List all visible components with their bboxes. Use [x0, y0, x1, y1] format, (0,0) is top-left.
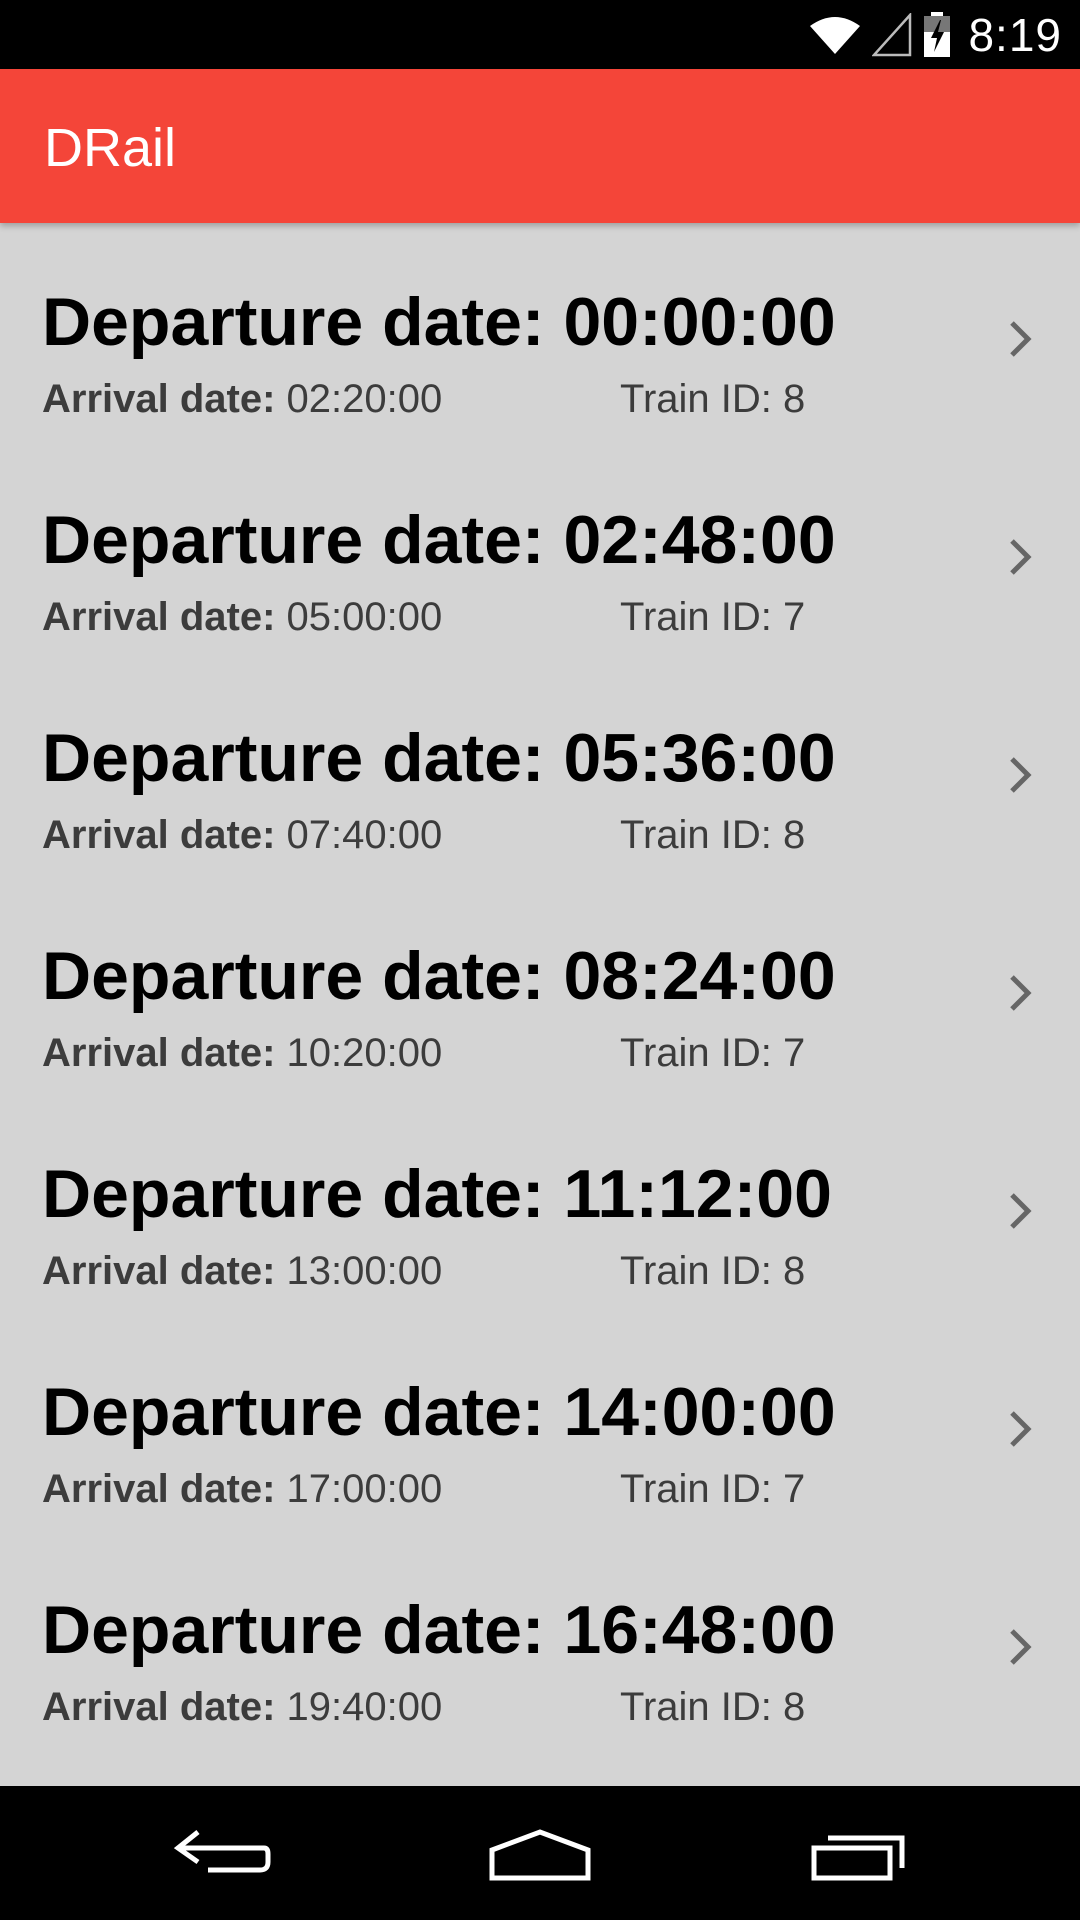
train-id: Train ID: 8: [620, 1249, 806, 1293]
train-id: Train ID: 7: [620, 1467, 806, 1511]
arrival-time: 13:00:00: [286, 1249, 443, 1293]
trip-list[interactable]: Departure date: 00:00:00 Arrival date: 0…: [0, 223, 1080, 1786]
status-icons: 8:19: [808, 0, 1062, 69]
chevron-right-icon: [1010, 975, 1032, 1011]
arrival-time: 10:20:00: [286, 1031, 443, 1075]
back-button[interactable]: [160, 1814, 280, 1894]
departure-date: Departure date: 02:48:00: [42, 502, 836, 578]
chevron-right-icon: [1010, 1629, 1032, 1665]
arrival-date: Arrival date: 17:00:00: [42, 1467, 442, 1512]
recents-button[interactable]: [800, 1814, 920, 1894]
train-id: Train ID: 7: [620, 1031, 806, 1075]
train-id: Train ID: 8: [620, 377, 806, 421]
chevron-right-icon: [1010, 539, 1032, 575]
arrival-label: Arrival date:: [42, 377, 276, 421]
chevron-right-icon: [1010, 757, 1032, 793]
arrival-label: Arrival date:: [42, 595, 276, 639]
trip-row[interactable]: Departure date: 08:24:00 Arrival date: 1…: [0, 877, 1080, 1095]
wifi-icon: [808, 14, 862, 56]
arrival-date: Arrival date: 05:00:00: [42, 595, 442, 640]
status-bar: 8:19: [0, 0, 1080, 69]
arrival-label: Arrival date:: [42, 1467, 276, 1511]
app-bar: DRail: [0, 69, 1080, 223]
trip-row[interactable]: Departure date: 05:36:00 Arrival date: 0…: [0, 659, 1080, 877]
arrival-time: 17:00:00: [286, 1467, 443, 1511]
departure-date: Departure date: 08:24:00: [42, 938, 836, 1014]
arrival-time: 19:40:00: [286, 1685, 443, 1729]
arrival-label: Arrival date:: [42, 1249, 276, 1293]
recents-icon: [811, 1835, 905, 1881]
arrival-date: Arrival date: 07:40:00: [42, 813, 442, 858]
battery-charging-icon: [922, 11, 952, 58]
train-id: Train ID: 7: [620, 595, 806, 639]
arrival-date: Arrival date: 02:20:00: [42, 377, 442, 422]
chevron-right-icon: [1010, 1193, 1032, 1229]
chevron-right-icon: [1010, 1411, 1032, 1447]
app-title: DRail: [44, 118, 177, 178]
arrival-time: 07:40:00: [286, 813, 443, 857]
arrival-date: Arrival date: 13:00:00: [42, 1249, 442, 1294]
train-id: Train ID: 8: [620, 1685, 806, 1729]
arrival-time: 05:00:00: [286, 595, 443, 639]
trip-row[interactable]: Departure date: 16:48:00 Arrival date: 1…: [0, 1531, 1080, 1749]
signal-icon: [872, 12, 912, 57]
arrival-label: Arrival date:: [42, 1685, 276, 1729]
trip-row[interactable]: Departure date: 00:00:00 Arrival date: 0…: [0, 223, 1080, 441]
train-id: Train ID: 8: [620, 813, 806, 857]
trip-row[interactable]: Departure date: 11:12:00 Arrival date: 1…: [0, 1095, 1080, 1313]
departure-date: Departure date: 00:00:00: [42, 284, 836, 360]
arrival-date: Arrival date: 19:40:00: [42, 1685, 442, 1730]
departure-date: Departure date: 11:12:00: [42, 1156, 832, 1232]
arrival-date: Arrival date: 10:20:00: [42, 1031, 442, 1076]
navigation-bar: [0, 1786, 1080, 1920]
arrival-label: Arrival date:: [42, 813, 276, 857]
chevron-right-icon: [1010, 321, 1032, 357]
home-icon: [489, 1829, 591, 1881]
trip-row[interactable]: Departure date: 14:00:00 Arrival date: 1…: [0, 1313, 1080, 1531]
back-icon: [173, 1830, 271, 1873]
home-button[interactable]: [480, 1814, 600, 1894]
arrival-time: 02:20:00: [286, 377, 443, 421]
departure-date: Departure date: 14:00:00: [42, 1374, 836, 1450]
status-clock: 8:19: [968, 8, 1062, 61]
departure-date: Departure date: 05:36:00: [42, 720, 836, 796]
arrival-label: Arrival date:: [42, 1031, 276, 1075]
trip-row[interactable]: Departure date: 02:48:00 Arrival date: 0…: [0, 441, 1080, 659]
departure-date: Departure date: 16:48:00: [42, 1592, 836, 1668]
